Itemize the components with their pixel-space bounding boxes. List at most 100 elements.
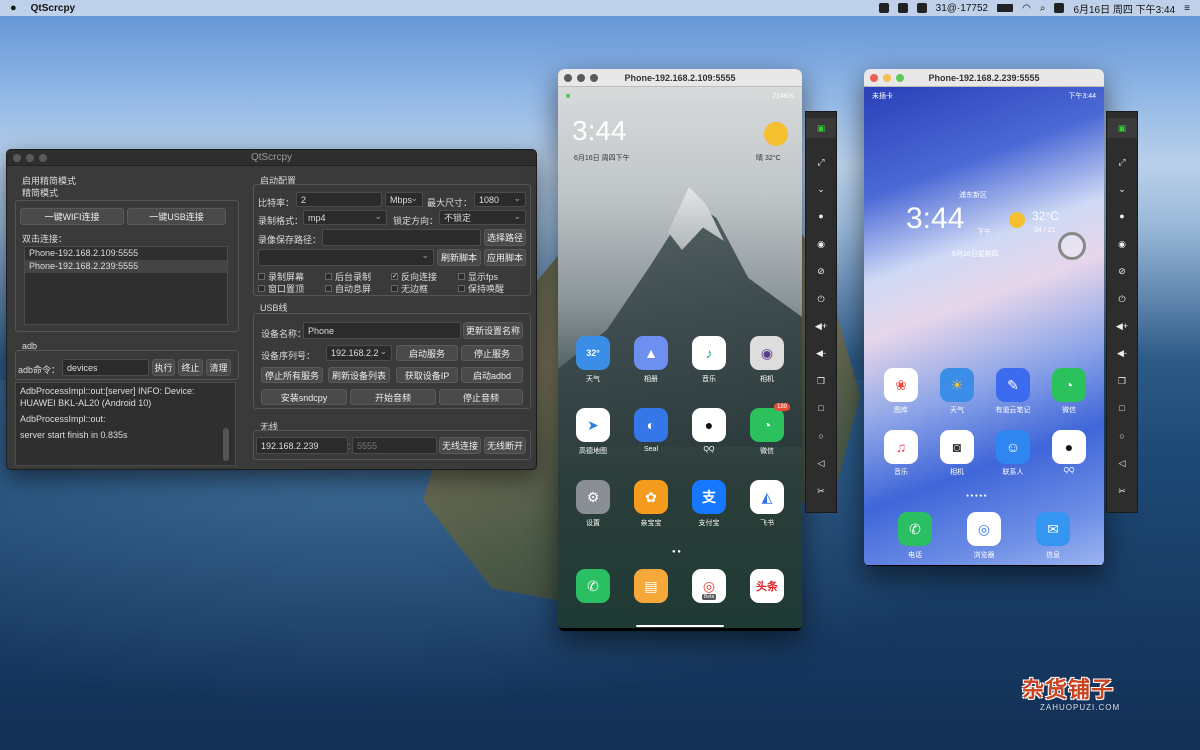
wifi-connect-button[interactable]: 一键WIFI连接 [20, 208, 124, 225]
checkbox-stay-awake[interactable]: 保持唤醒 [458, 282, 504, 295]
copy-icon[interactable]: ❐ [806, 371, 836, 391]
adb-command-input[interactable]: devices [62, 359, 149, 376]
menu-app-name[interactable]: QtScrcpy [31, 3, 75, 14]
wireless-connect-button[interactable]: 无线连接 [439, 437, 481, 454]
stop-all-services-button[interactable]: 停止所有服务 [261, 367, 323, 383]
cpu-temp-status[interactable]: 31@·17752 [936, 3, 988, 14]
fullscreen-icon[interactable]: ⤢ [806, 152, 836, 172]
home-icon[interactable]: ○ [806, 426, 836, 446]
qq-app-icon[interactable]: ● [692, 408, 726, 442]
checkbox-auto-screen-off[interactable]: 自动息屏 [325, 282, 371, 295]
checkbox-box[interactable] [325, 285, 332, 292]
checkbox-box[interactable] [391, 285, 398, 292]
volume-up-icon[interactable]: ◀+ [1107, 316, 1137, 336]
power-icon[interactable]: ⏻ [806, 289, 836, 309]
browser-app-icon[interactable]: ◎ [967, 512, 1001, 546]
gallery-app-icon[interactable]: ▲ [634, 336, 668, 370]
headphones-icon[interactable] [916, 3, 927, 13]
power-icon[interactable]: ⏻ [1107, 289, 1137, 309]
record-icon[interactable]: ● [806, 206, 836, 226]
fullscreen-icon[interactable]: ⤢ [1107, 152, 1137, 172]
stop-service-button[interactable]: 停止服务 [461, 345, 523, 361]
checkbox-window-top[interactable]: 窗口置顶 [258, 282, 304, 295]
home-indicator[interactable] [636, 625, 724, 627]
screenshot-icon[interactable]: ✂ [806, 481, 836, 501]
qq-app-icon[interactable]: ● [1052, 430, 1086, 464]
record-icon[interactable]: ● [1107, 206, 1137, 226]
log-scrollbar[interactable] [223, 428, 229, 461]
adb-log-output[interactable]: AdbProcessImpl::out:[server] INFO: Devic… [15, 382, 236, 466]
volume-down-icon[interactable]: ◀- [806, 343, 836, 363]
eye-icon[interactable]: ◉ [1107, 234, 1137, 254]
checkbox-box[interactable] [258, 273, 265, 280]
gallery-app-icon[interactable]: ❀ [884, 368, 918, 402]
wechat-app-icon[interactable]: ◔ [1052, 368, 1086, 402]
settings-app-icon[interactable]: ⚙ [576, 480, 610, 514]
weather-app-icon[interactable]: ☀ [940, 368, 974, 402]
lock-direction-select[interactable]: 不锁定 [439, 210, 526, 225]
android-icon[interactable] [878, 3, 889, 13]
stats-icon[interactable] [897, 3, 908, 13]
volume-down-icon[interactable]: ◀- [1107, 343, 1137, 363]
phone-app-icon[interactable]: ✆ [898, 512, 932, 546]
music-app-icon[interactable]: ♪ [692, 336, 726, 370]
android-icon[interactable]: ▣ [1107, 118, 1137, 138]
phone-app-icon[interactable]: ✆ [576, 569, 610, 603]
execute-button[interactable]: 执行 [152, 359, 175, 376]
battery-icon[interactable] [997, 4, 1014, 12]
music-app-icon[interactable]: ♫ [884, 430, 918, 464]
phone-1-screen[interactable]: ■ 214K/s 3:44 6月16日 周四下午 晴 32°C 32° 天气 ▲… [558, 87, 802, 628]
search-icon[interactable]: ⌕ [1040, 3, 1046, 14]
usb-connect-button[interactable]: 一键USB连接 [127, 208, 226, 225]
refresh-script-button[interactable]: 刷新脚本 [437, 249, 481, 266]
terminate-button[interactable]: 终止 [178, 359, 203, 376]
device-list[interactable]: Phone-192.168.2.109:5555 Phone-192.168.2… [24, 246, 228, 325]
app-switch-icon[interactable]: □ [1107, 398, 1137, 418]
eye-off-icon[interactable]: ⊘ [806, 261, 836, 281]
update-name-button[interactable]: 更新设置名称 [463, 322, 523, 339]
checkbox-box[interactable] [458, 273, 465, 280]
clear-button[interactable]: 清理 [206, 359, 231, 376]
chevron-down-icon[interactable]: ⌄ [806, 179, 836, 199]
alipay-app-icon[interactable]: 支 [692, 480, 726, 514]
checkbox-box[interactable] [325, 273, 332, 280]
eye-icon[interactable]: ◉ [806, 234, 836, 254]
notes-app-icon[interactable]: ▤ [634, 569, 668, 603]
youdao-note-app-icon[interactable]: ✎ [996, 368, 1030, 402]
home-icon[interactable]: ○ [1107, 426, 1137, 446]
wifi-icon[interactable]: ◠ [1022, 3, 1031, 14]
record-format-select[interactable]: mp4 [303, 210, 387, 225]
record-path-input[interactable] [322, 229, 481, 246]
wechat-app-icon[interactable]: ◔ [750, 408, 784, 442]
back-icon[interactable]: ◁ [806, 453, 836, 473]
volume-up-icon[interactable]: ◀+ [806, 316, 836, 336]
install-sndcpy-button[interactable]: 安装sndcpy [261, 389, 347, 405]
floating-ball[interactable] [1058, 232, 1086, 260]
wireless-disconnect-button[interactable]: 无线断开 [484, 437, 526, 454]
contacts-app-icon[interactable]: ☺ [996, 430, 1030, 464]
app-switch-icon[interactable]: □ [806, 398, 836, 418]
get-device-ip-button[interactable]: 获取设备IP [396, 367, 458, 383]
seal-app-icon[interactable]: ◐ [634, 408, 668, 442]
start-service-button[interactable]: 启动服务 [396, 345, 458, 361]
bitrate-input[interactable]: 2 [296, 192, 382, 207]
checkbox-box[interactable] [458, 285, 465, 292]
toutiao-app-icon[interactable]: 头条 [750, 569, 784, 603]
back-icon[interactable]: ◁ [1107, 453, 1137, 473]
bitrate-unit-select[interactable]: Mbps [385, 192, 423, 207]
datetime[interactable]: 6月16日 周四 下午3:44 [1073, 1, 1175, 16]
weather-app-icon[interactable]: 32° [576, 336, 610, 370]
phone-2-screen[interactable]: 未插卡 下午3:44 浦东新区 3:44 下午 32°C 34 / 21 6月1… [864, 87, 1104, 565]
checkbox-frameless[interactable]: 无边框 [391, 282, 428, 295]
check-icon[interactable]: ✓ [391, 273, 398, 280]
ip-input[interactable]: 192.168.2.239 [256, 437, 348, 454]
screenshot-icon[interactable]: ✂ [1107, 481, 1137, 501]
feishu-app-icon[interactable]: ◭ [750, 480, 784, 514]
start-adbd-button[interactable]: 启动adbd [461, 367, 523, 383]
checkbox-box[interactable] [258, 285, 265, 292]
amap-app-icon[interactable]: ➤ [576, 408, 610, 442]
chevron-down-icon[interactable]: ⌄ [1107, 179, 1137, 199]
stop-audio-button[interactable]: 停止音频 [439, 389, 523, 405]
max-size-select[interactable]: 1080 [474, 192, 526, 207]
camera-app-icon[interactable]: ◉ [750, 336, 784, 370]
